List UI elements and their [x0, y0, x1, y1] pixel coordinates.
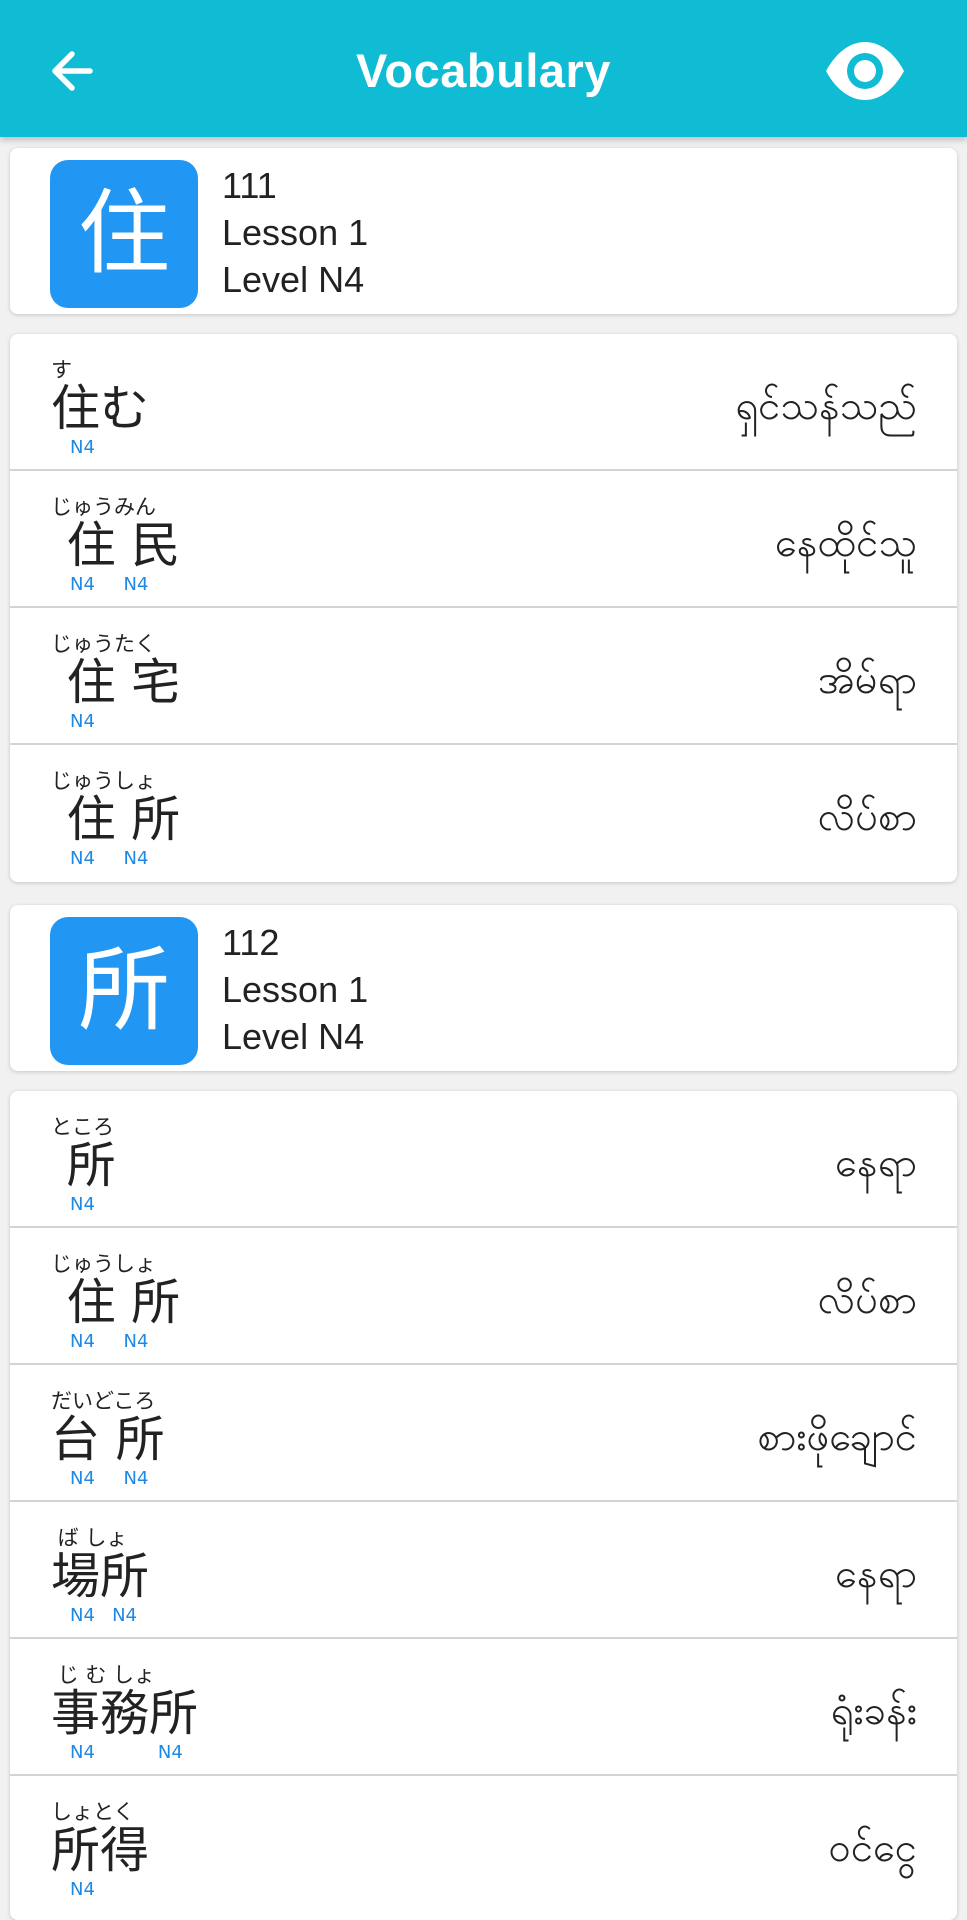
kanji-card[interactable]: 住 111 Lesson 1 Level N4 — [10, 148, 957, 314]
app-bar: Vocabulary — [0, 0, 967, 137]
word-row[interactable]: じゅうたく 住 宅 N4 အိမ်ရာ — [10, 608, 957, 745]
word-kanji: 住 宅 — [51, 654, 181, 711]
word-kanji: 事務所 — [51, 1685, 199, 1742]
kanji-number: 112 — [222, 922, 280, 963]
kanji-info: 112 Lesson 1 Level N4 — [222, 919, 368, 1060]
kanji-lesson: Lesson 1 — [222, 212, 369, 253]
word-row[interactable]: じゅうみん 住 民 N4 N4 နေထိုင်သူ — [10, 471, 957, 608]
word-row[interactable]: じゅうしょ 住 所 N4 N4 လိပ်စာ — [10, 745, 957, 882]
word-level: N4 N4 — [70, 1331, 149, 1352]
kanji-level: Level N4 — [222, 259, 365, 300]
word-level: N4 — [70, 1194, 95, 1215]
word-row[interactable]: ば しょ 場所 N4 N4 နေရာ — [10, 1502, 957, 1639]
word-level: N4 N4 — [70, 1468, 149, 1489]
word-row[interactable]: しょとく 所得 N4 ဝင်ငွေ — [10, 1776, 957, 1913]
word-meaning: ရှင်သန်သည် — [735, 383, 917, 429]
word-level: N4 — [70, 711, 95, 732]
word-list: ところ 所 N4 နေရာ じゅうしょ 住 所 N4 N4 လိပ်စာ だいど… — [10, 1091, 957, 1920]
kanji-tile: 所 — [50, 917, 198, 1065]
word-level: N4 — [70, 1879, 95, 1900]
word-meaning: ဝင်ငွေ — [828, 1825, 917, 1871]
word-kanji: 住 所 — [51, 1274, 181, 1331]
word-kanji: 住む — [51, 380, 150, 437]
kanji-number: 111 — [222, 165, 277, 206]
word-meaning: စားဖိုချောင် — [757, 1414, 917, 1460]
word-row[interactable]: じゅうしょ 住 所 N4 N4 လိပ်စာ — [10, 1228, 957, 1365]
word-meaning: လိပ်စာ — [817, 1277, 917, 1323]
word-meaning: လိပ်စာ — [817, 794, 917, 840]
word-kanji: 場所 — [51, 1548, 150, 1605]
word-kanji: 台 所 — [51, 1411, 165, 1468]
word-kanji: 住 所 — [51, 791, 181, 848]
word-meaning: ရုံးခန်း — [830, 1688, 917, 1734]
word-meaning: နေထိုင်သူ — [775, 520, 917, 566]
kanji-info: 111 Lesson 1 Level N4 — [222, 162, 368, 303]
word-kanji: 所得 — [51, 1822, 150, 1879]
word-kanji: 住 民 — [51, 517, 181, 574]
word-level: N4 N4 — [70, 1742, 183, 1763]
toggle-visibility-button[interactable] — [823, 38, 907, 104]
eye-icon — [826, 42, 904, 100]
word-level: N4 N4 — [70, 848, 149, 869]
word-level: N4 — [70, 437, 95, 458]
word-level: N4 N4 — [70, 1605, 137, 1626]
word-row[interactable]: す 住む N4 ရှင်သန်သည် — [10, 334, 957, 471]
kanji-card[interactable]: 所 112 Lesson 1 Level N4 — [10, 905, 957, 1071]
word-meaning: နေရာ — [835, 1551, 917, 1597]
kanji-lesson: Lesson 1 — [222, 969, 369, 1010]
word-meaning: နေရာ — [835, 1140, 917, 1186]
word-row[interactable]: だいどころ 台 所 N4 N4 စားဖိုချောင် — [10, 1365, 957, 1502]
word-kanji: 所 — [51, 1137, 116, 1194]
word-meaning: အိမ်ရာ — [818, 657, 917, 703]
word-row[interactable]: ところ 所 N4 နေရာ — [10, 1091, 957, 1228]
kanji-level: Level N4 — [222, 1016, 365, 1057]
word-level: N4 N4 — [70, 574, 149, 595]
vocabulary-list[interactable]: 住 111 Lesson 1 Level N4 す 住む N4 ရှင်သန်သ… — [0, 137, 967, 1920]
kanji-tile: 住 — [50, 160, 198, 308]
page-title: Vocabulary — [356, 44, 611, 97]
word-row[interactable]: じ む しょ 事務所 N4 N4 ရုံးခန်း — [10, 1639, 957, 1776]
word-list: す 住む N4 ရှင်သန်သည် じゅうみん 住 民 N4 N4 နေထို… — [10, 334, 957, 882]
